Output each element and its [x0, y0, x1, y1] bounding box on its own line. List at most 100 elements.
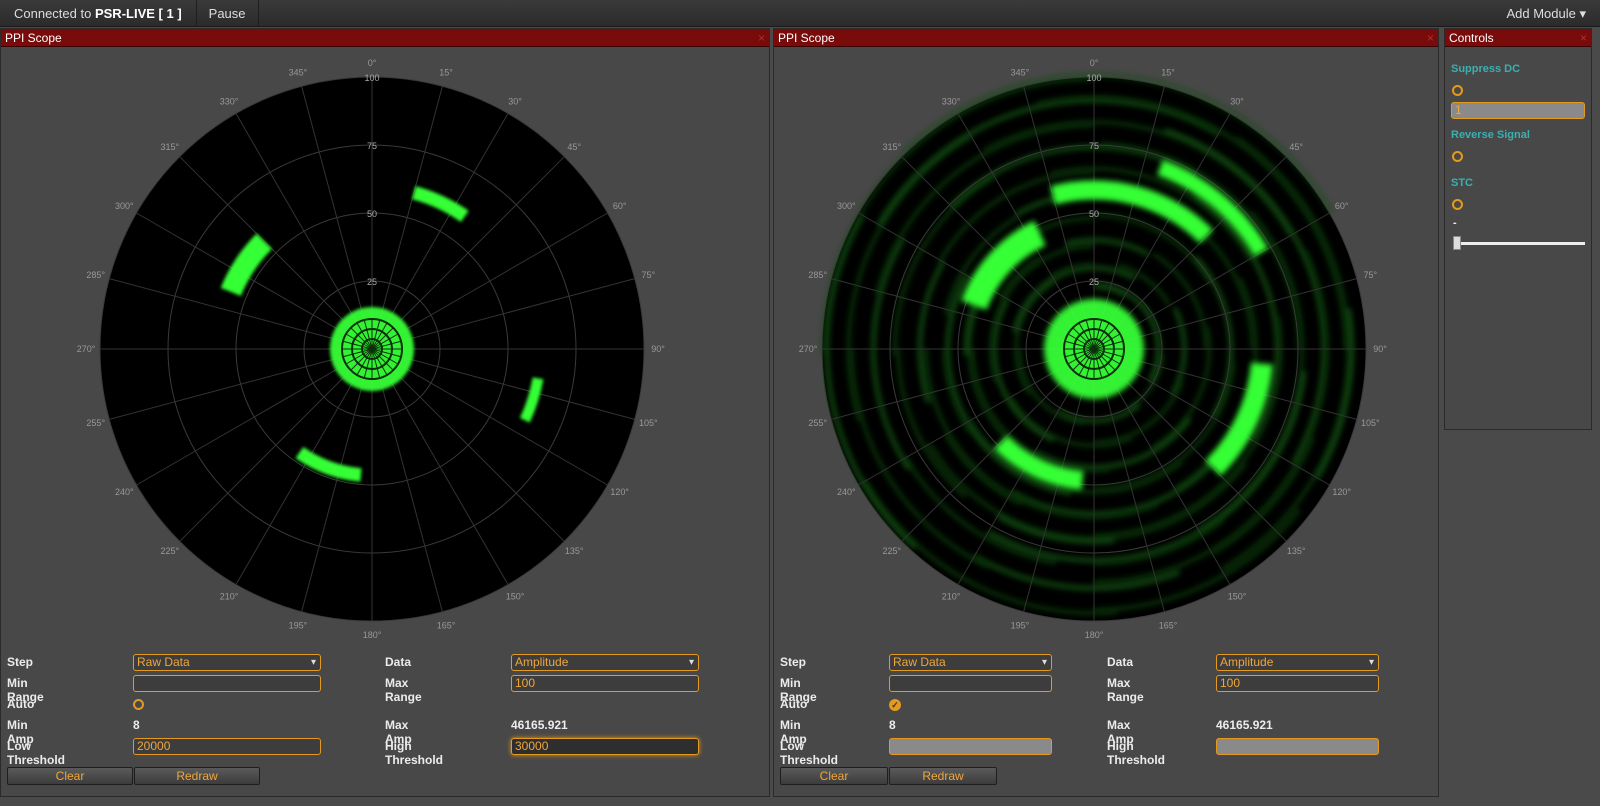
angle-label: 210° [942, 592, 961, 602]
angle-label: 240° [115, 487, 134, 497]
angle-label: 195° [289, 620, 308, 630]
ppi-scope-display[interactable]: 100 75 50 25 0° 15° 30° 45° 60° 75° 90° 105° 120° 135… [1, 48, 769, 658]
step-label: Step [780, 655, 807, 669]
angle-label: 330° [942, 96, 961, 106]
connection-status: Connected to PSR-LIVE [ 1 ] [0, 0, 197, 27]
angle-label: 150° [1228, 592, 1247, 602]
data-label: Data [385, 655, 412, 669]
panel-title: PPI Scope [778, 31, 835, 45]
ppi-scope-panel-right: PPI Scope × 100 75 50 25 0° 15° 30° 45° 60° 75° 90… [773, 28, 1439, 797]
auto-checked-icon[interactable]: ✓ [889, 699, 901, 711]
angle-label: 45° [1289, 142, 1303, 152]
close-icon[interactable]: × [1580, 29, 1587, 47]
angle-label: 105° [639, 418, 658, 428]
angle-label: 195° [1011, 620, 1030, 630]
stc-label: STC [1451, 177, 1473, 189]
angle-label: 345° [1011, 68, 1030, 78]
redraw-button[interactable]: Redraw [889, 767, 997, 785]
step-select[interactable]: Raw Data [889, 654, 1052, 671]
step-label: Step [7, 655, 34, 669]
min-range-input[interactable] [889, 675, 1052, 692]
angle-label: 45° [567, 142, 581, 152]
range-label: 25 [1089, 277, 1099, 287]
high-threshold-input[interactable]: 30000 [511, 738, 699, 755]
redraw-button[interactable]: Redraw [134, 767, 260, 785]
angle-label: 165° [437, 620, 456, 630]
ppi-scope-display[interactable]: 100 75 50 25 0° 15° 30° 45° 60° 75° 90° 105° 120° 135… [774, 48, 1438, 658]
controls-panel: Controls × Suppress DC 1 Reverse Signal … [1444, 28, 1592, 430]
range-label: 75 [1089, 141, 1099, 151]
panel-header: Controls × [1445, 29, 1591, 47]
auto-toggle[interactable] [133, 699, 144, 710]
range-label: 100 [1086, 73, 1101, 83]
angle-label: 285° [808, 270, 827, 280]
auto-label: Auto [780, 697, 808, 711]
max-range-input[interactable]: 100 [1216, 675, 1379, 692]
angle-label: 315° [160, 142, 179, 152]
stc-toggle[interactable] [1452, 199, 1463, 210]
angle-label: 345° [289, 68, 308, 78]
angle-label: 90° [1373, 344, 1387, 354]
angle-label: 75° [1363, 270, 1377, 280]
suppress-dc-input[interactable]: 1 [1451, 102, 1585, 119]
angle-label: 270° [799, 344, 818, 354]
close-icon[interactable]: × [1427, 29, 1434, 47]
angle-label: 75° [641, 270, 655, 280]
max-range-label: Max Range [1107, 676, 1144, 704]
data-label: Data [1107, 655, 1134, 669]
angle-label: 240° [837, 487, 856, 497]
clear-button[interactable]: Clear [780, 767, 888, 785]
angle-label: 135° [1287, 546, 1306, 556]
angle-label: 330° [220, 96, 239, 106]
suppress-dc-toggle[interactable] [1452, 85, 1463, 96]
angle-label: 15° [1161, 68, 1175, 78]
high-threshold-label: High Threshold [1107, 739, 1166, 767]
max-range-input[interactable]: 100 [511, 675, 699, 692]
pause-button[interactable]: Pause [197, 0, 259, 27]
low-threshold-label: Low Threshold [780, 739, 839, 767]
angle-label: 15° [439, 68, 453, 78]
connection-name: PSR-LIVE [ 1 ] [94, 5, 182, 21]
min-amp-value: 8 [133, 718, 140, 732]
angle-label: 30° [508, 96, 522, 106]
angle-label: 315° [882, 142, 901, 152]
min-amp-value: 8 [889, 718, 896, 732]
high-threshold-label: High Threshold [385, 739, 444, 767]
close-icon[interactable]: × [758, 29, 765, 47]
angle-label: 180° [363, 630, 382, 640]
add-module-menu[interactable]: Add Module ▾ [1506, 0, 1586, 27]
angle-label: 0° [1090, 58, 1099, 68]
min-range-input[interactable] [133, 675, 321, 692]
angle-label: 0° [368, 58, 377, 68]
angle-label: 255° [86, 418, 105, 428]
low-threshold-input[interactable] [889, 738, 1052, 755]
panel-title: Controls [1449, 31, 1494, 45]
stc-value: - [1453, 217, 1457, 229]
step-select[interactable]: Raw Data [133, 654, 321, 671]
high-threshold-input[interactable] [1216, 738, 1379, 755]
angle-label: 300° [837, 201, 856, 211]
angle-label: 135° [565, 546, 584, 556]
stc-slider-handle[interactable] [1453, 236, 1461, 250]
data-select[interactable]: Amplitude [511, 654, 699, 671]
angle-label: 300° [115, 201, 134, 211]
auto-label: Auto [7, 697, 35, 711]
angle-label: 150° [506, 592, 525, 602]
reverse-signal-toggle[interactable] [1452, 151, 1463, 162]
angle-label: 210° [220, 592, 239, 602]
low-threshold-label: Low Threshold [7, 739, 66, 767]
angle-label: 180° [1085, 630, 1104, 640]
range-label: 50 [1089, 209, 1099, 219]
angle-label: 285° [86, 270, 105, 280]
panel-header: PPI Scope × [1, 29, 769, 47]
suppress-dc-label: Suppress DC [1451, 63, 1521, 75]
low-threshold-input[interactable]: 20000 [133, 738, 321, 755]
data-select[interactable]: Amplitude [1216, 654, 1379, 671]
range-label: 100 [364, 73, 379, 83]
panel-header: PPI Scope × [774, 29, 1438, 47]
angle-label: 270° [77, 344, 96, 354]
angle-label: 30° [1230, 96, 1244, 106]
clear-button[interactable]: Clear [7, 767, 133, 785]
stc-slider-track[interactable] [1453, 242, 1585, 245]
max-range-label: Max Range [385, 676, 422, 704]
